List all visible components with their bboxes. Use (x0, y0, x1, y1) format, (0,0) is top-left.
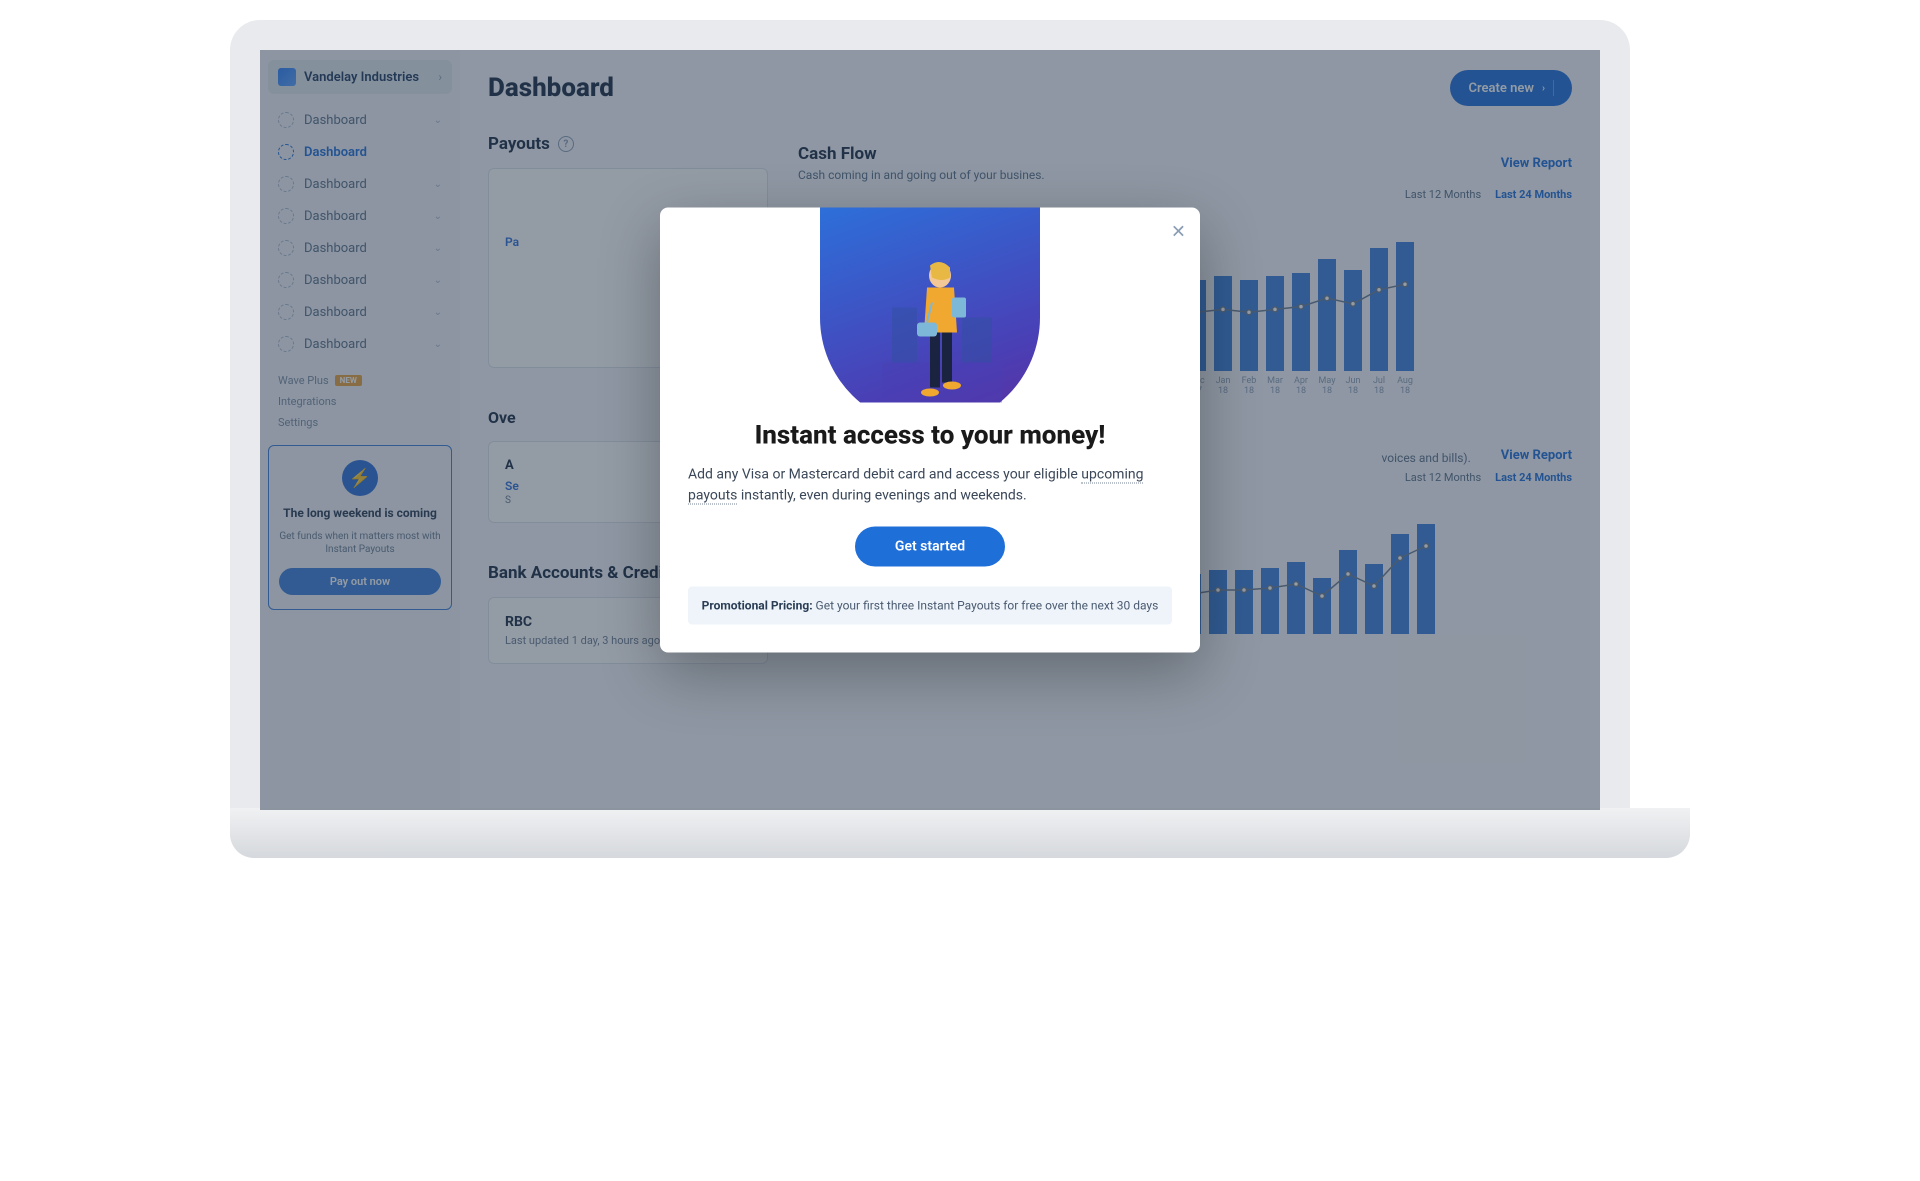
modal-desc-before: Add any Visa or Mastercard debit card an… (688, 467, 1081, 483)
hero-shape (820, 208, 1040, 403)
modal-title: Instant access to your money! (688, 421, 1172, 451)
laptop-base (230, 808, 1690, 858)
modal-desc-after: instantly, even during evenings and week… (737, 488, 1026, 504)
modal-description: Add any Visa or Mastercard debit card an… (688, 465, 1172, 507)
promo-banner-text: Get your first three Instant Payouts for… (813, 599, 1159, 613)
get-started-button[interactable]: Get started (855, 527, 1005, 567)
instant-payout-modal: ✕ Instant access to your money! Add (660, 208, 1200, 653)
person-illustration (882, 248, 1002, 403)
promo-banner: Promotional Pricing: Get your first thre… (688, 587, 1172, 625)
app-screen: Vandelay Industries › Dashboard⌄Dashboar… (260, 50, 1600, 810)
modal-hero (660, 208, 1200, 403)
promo-banner-label: Promotional Pricing: (702, 599, 813, 613)
laptop-frame: Vandelay Industries › Dashboard⌄Dashboar… (230, 20, 1630, 810)
modal-body: Instant access to your money! Add any Vi… (660, 403, 1200, 653)
